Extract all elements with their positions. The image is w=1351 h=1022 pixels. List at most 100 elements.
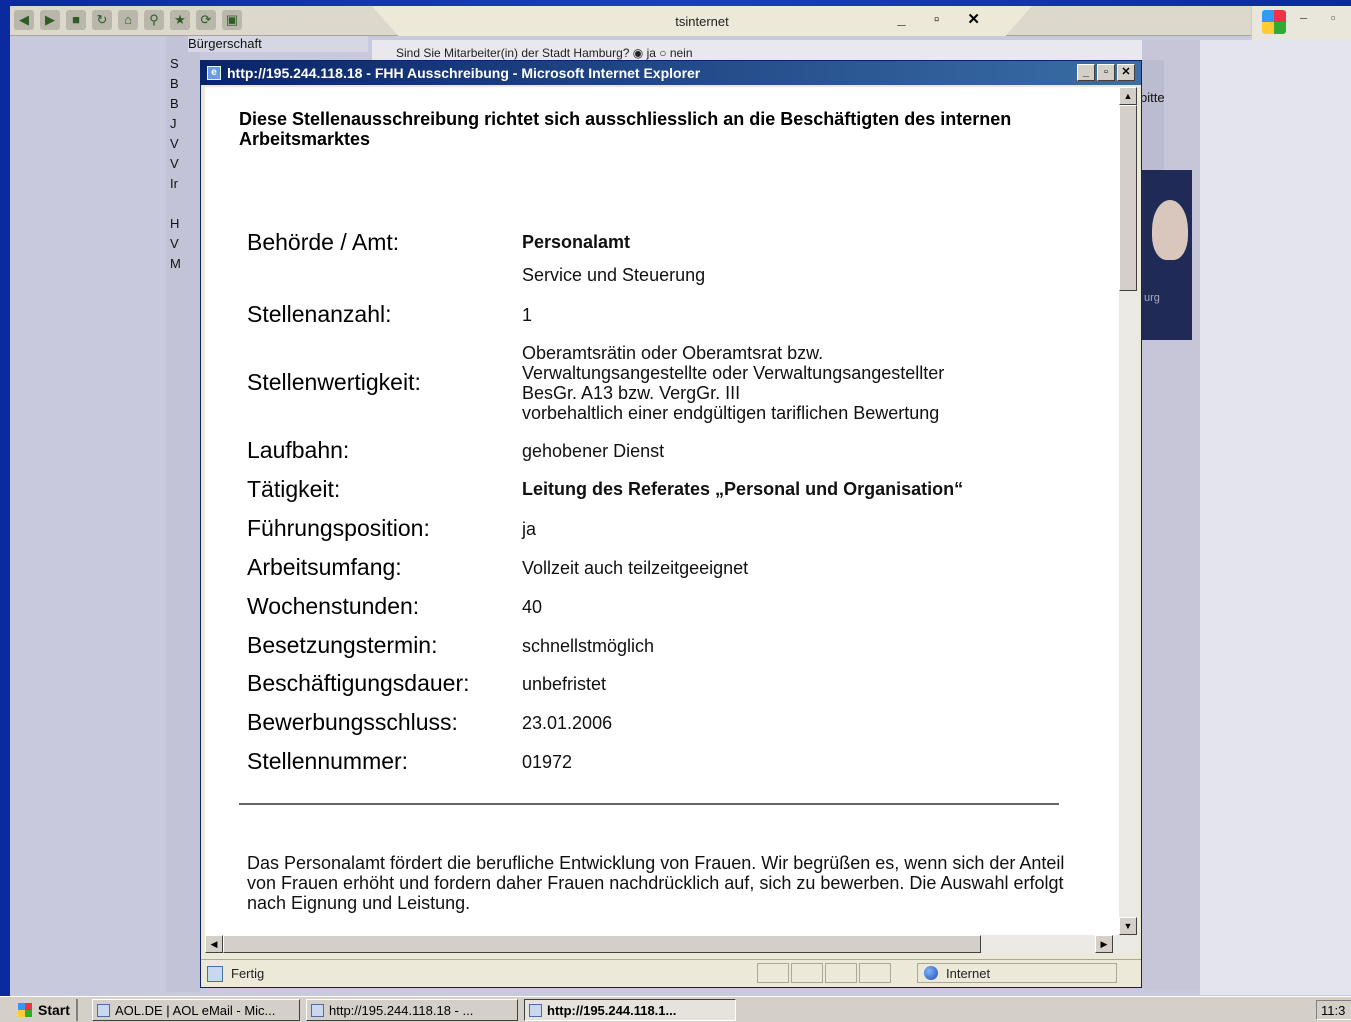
taskbar-button-label: http://195.244.118.18 - ... [329, 1003, 474, 1018]
windows-logo-icon [1262, 10, 1286, 34]
outer-window-tab[interactable]: tsinternet _ ▫ ✕ [372, 6, 1032, 36]
field-row: Laufbahn: gehobener Dienst [247, 437, 1107, 464]
field-row: Stellenanzahl: 1 [247, 301, 1107, 328]
background-nav-item[interactable]: Bürgerschaft [188, 36, 368, 52]
status-cell [825, 963, 857, 983]
popup-title-bar[interactable]: e http://195.244.118.18 - FHH Ausschreib… [201, 61, 1141, 85]
field-row: Arbeitsumfang: Vollzeit auch teilzeitgee… [247, 554, 1107, 581]
taskbar-button[interactable]: AOL.DE | AOL eMail - Mic... [92, 999, 300, 1021]
field-value: Service und Steuerung [522, 265, 706, 285]
background-far-right [1200, 40, 1351, 995]
popup-content: Diese Stellenausschreibung richtet sich … [205, 87, 1119, 935]
value-line: BesGr. A13 bzw. VergGr. III [522, 383, 741, 403]
maximize-button[interactable]: ▫ [1097, 64, 1115, 81]
field-row: Bewerbungsschluss: 23.01.2006 [247, 709, 1107, 736]
field-value: 01972 [522, 752, 573, 772]
field-value: schnellstmöglich [522, 636, 655, 656]
background-right-text: bitte [1140, 60, 1165, 170]
field-row: Service und Steuerung [247, 265, 1107, 285]
field-value: Leitung des Referates „Personal und Orga… [522, 479, 964, 499]
popup-title: http://195.244.118.18 - FHH Ausschreibun… [227, 65, 701, 81]
field-value: 1 [522, 305, 533, 325]
value-line: Oberamtsrätin oder Oberamtsrat bzw. [522, 343, 824, 363]
field-value: 40 [522, 597, 543, 617]
field-row: Besetzungstermin: schnellstmöglich [247, 632, 1107, 659]
stop-icon[interactable]: ■ [66, 10, 86, 30]
close-button[interactable]: ✕ [1117, 64, 1135, 81]
field-label: Stellenwertigkeit: [247, 369, 421, 395]
security-zone-label: Internet [946, 966, 991, 981]
status-text: Fertig [231, 966, 265, 981]
start-label: Start [38, 1002, 70, 1018]
popup-window: e http://195.244.118.18 - FHH Ausschreib… [200, 60, 1142, 988]
field-label: Tätigkeit: [247, 476, 341, 502]
taskbar-button-active[interactable]: http://195.244.118.1... [524, 999, 736, 1021]
outer-window-controls[interactable]: _ ▫ ✕ [897, 10, 992, 28]
field-row: Stellennummer: 01972 [247, 748, 1107, 775]
field-label: Wochenstunden: [247, 593, 420, 619]
field-value: unbefristet [522, 674, 607, 694]
scroll-up-arrow-icon[interactable]: ▲ [1119, 87, 1137, 105]
windows-flag-icon [18, 1003, 32, 1017]
back-icon[interactable]: ◀ [14, 10, 34, 30]
banner-label: urg [1144, 292, 1160, 304]
banner-photo [1152, 200, 1188, 260]
forward-icon[interactable]: ▶ [40, 10, 60, 30]
value-line: vorbehaltlich einer endgültigen tariflic… [522, 403, 940, 423]
value-line: Verwaltungsangestellte oder Verwaltungsa… [522, 363, 945, 383]
status-cell [757, 963, 789, 983]
field-label: Besetzungstermin: [247, 632, 438, 658]
divider [239, 803, 1059, 805]
background-question: Sind Sie Mitarbeiter(in) der Stadt Hambu… [372, 40, 1147, 62]
field-row: Stellenwertigkeit: Oberamtsrätin oder Ob… [247, 343, 1107, 423]
outer-right-controls[interactable]: – ▫ [1300, 10, 1345, 25]
field-label: Beschäftigungsdauer: [247, 670, 470, 696]
history-icon[interactable]: ⟳ [196, 10, 216, 30]
ie-icon [311, 1004, 324, 1017]
popup-window-controls: _ ▫ ✕ [1077, 64, 1135, 81]
status-cell [791, 963, 823, 983]
refresh-icon[interactable]: ↻ [92, 10, 112, 30]
security-zone: Internet [917, 963, 1117, 983]
field-label: Laufbahn: [247, 437, 350, 463]
field-label: Führungsposition: [247, 515, 430, 541]
taskbar-button-label: http://195.244.118.1... [547, 1003, 677, 1018]
taskbar: Start AOL.DE | AOL eMail - Mic... http:/… [0, 996, 1351, 1022]
field-row: Beschäftigungsdauer: unbefristet [247, 670, 1107, 697]
field-row: Tätigkeit: Leitung des Referates „Person… [247, 476, 1107, 503]
field-value: 23.01.2006 [522, 713, 613, 733]
globe-icon [924, 966, 938, 980]
field-value: ja [522, 519, 537, 539]
status-bar: Fertig Internet [201, 959, 1141, 987]
field-label [247, 265, 522, 285]
scroll-down-arrow-icon[interactable]: ▼ [1119, 917, 1137, 935]
horizontal-scrollbar[interactable]: ◀ ▶ [205, 935, 1137, 953]
status-cells [757, 963, 891, 983]
field-row: Behörde / Amt: Personalamt [247, 229, 1107, 256]
field-row: Führungsposition: ja [247, 515, 1107, 542]
status-cell [859, 963, 891, 983]
ie-page-icon: e [207, 66, 221, 80]
vertical-scrollbar[interactable]: ▲ ▼ [1119, 87, 1137, 935]
taskbar-button[interactable]: http://195.244.118.18 - ... [306, 999, 518, 1021]
system-clock: 11:3 [1316, 1000, 1351, 1020]
intro-heading: Diese Stellenausschreibung richtet sich … [239, 109, 1012, 149]
horizontal-scroll-thumb[interactable] [223, 935, 981, 953]
ie-icon [97, 1004, 110, 1017]
minimize-button[interactable]: _ [1077, 64, 1095, 81]
field-value: Vollzeit auch teilzeitgeeignet [522, 558, 749, 578]
scroll-left-arrow-icon[interactable]: ◀ [205, 935, 223, 953]
home-icon[interactable]: ⌂ [118, 10, 138, 30]
scroll-right-arrow-icon[interactable]: ▶ [1095, 935, 1113, 953]
favorites-icon[interactable]: ★ [170, 10, 190, 30]
window-icon[interactable]: ▣ [222, 10, 242, 30]
scroll-thumb[interactable] [1119, 105, 1137, 291]
equality-note: Das Personalamt fördert die berufliche E… [247, 853, 1065, 913]
field-label: Arbeitsumfang: [247, 554, 402, 580]
search-icon[interactable]: ⚲ [144, 10, 164, 30]
field-value-multiline: Oberamtsrätin oder Oberamtsrat bzw. Verw… [522, 343, 944, 423]
field-label: Bewerbungsschluss: [247, 709, 458, 735]
start-button[interactable]: Start [16, 999, 78, 1021]
field-row: Wochenstunden: 40 [247, 593, 1107, 620]
taskbar-button-label: AOL.DE | AOL eMail - Mic... [115, 1003, 276, 1018]
